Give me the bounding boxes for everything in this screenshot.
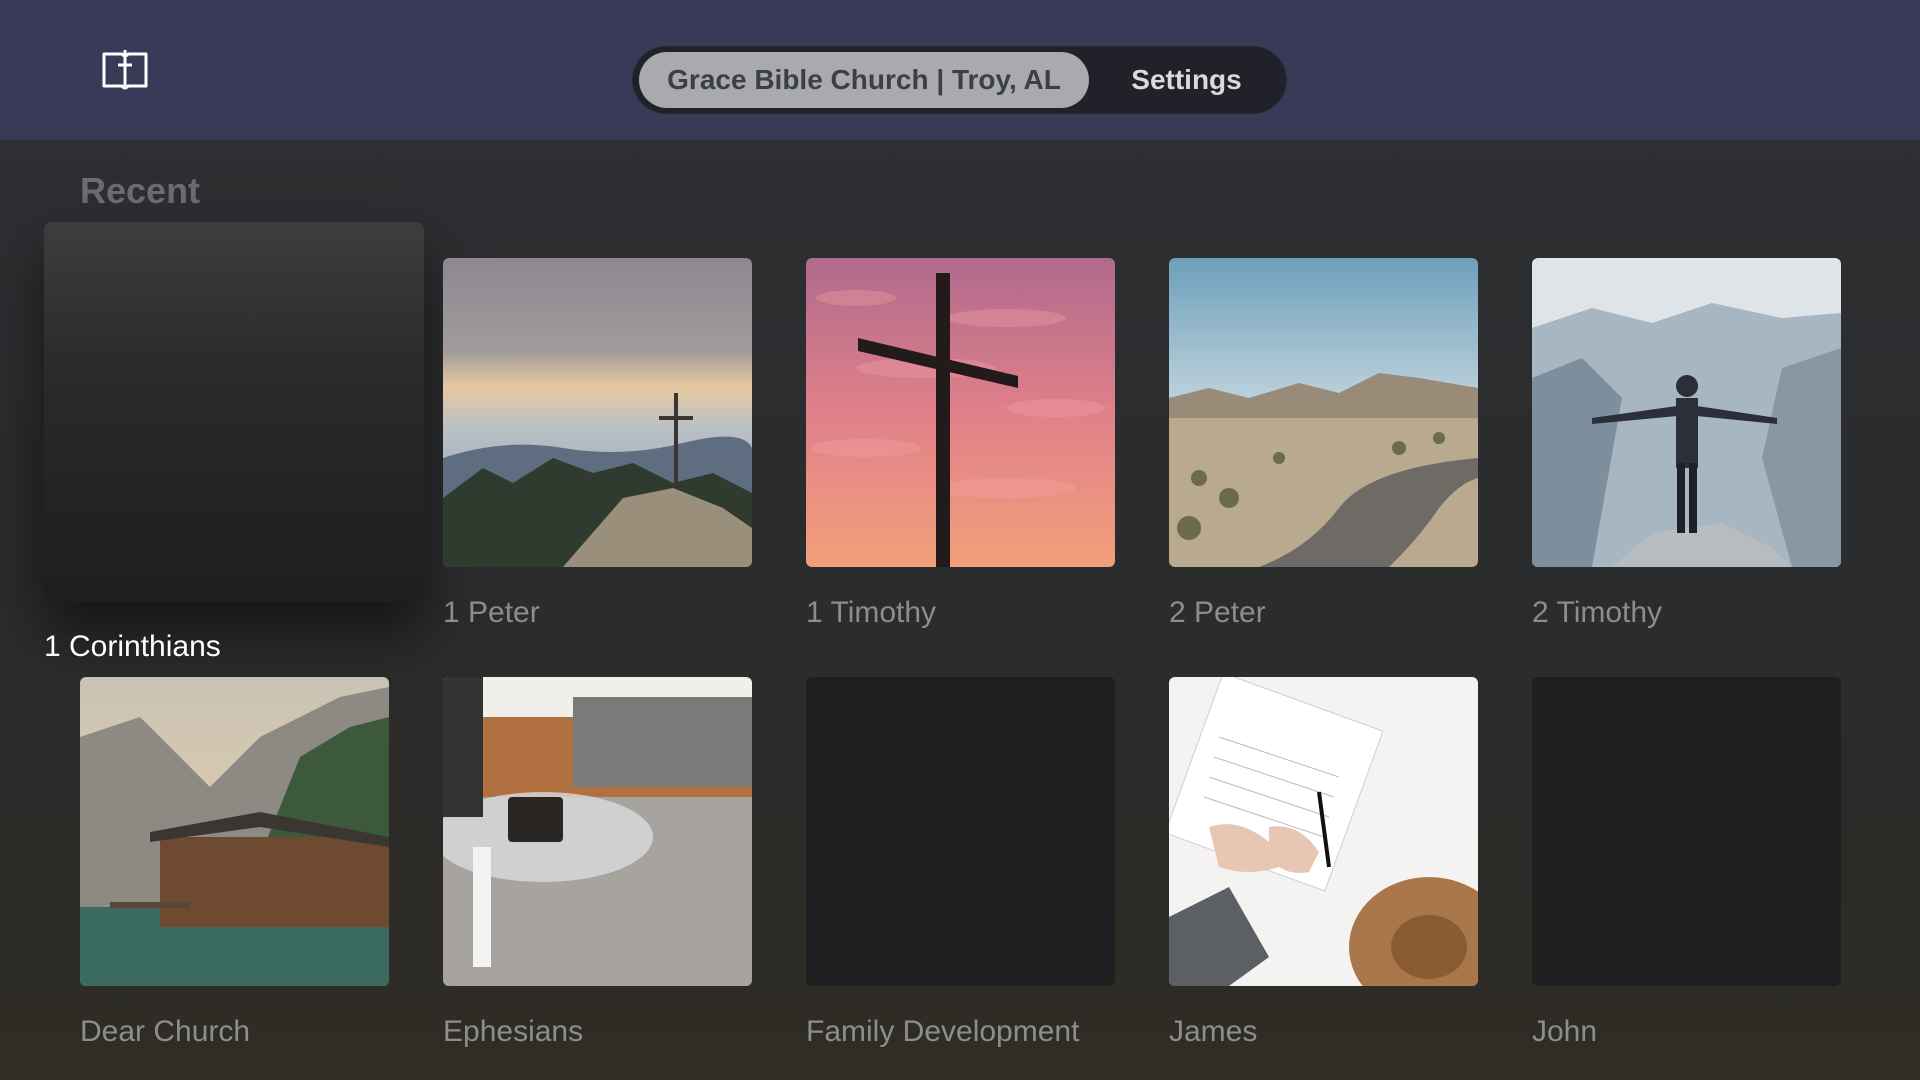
series-artwork-planner-writing [1169, 677, 1478, 986]
series-title: Ephesians [443, 1015, 584, 1048]
tab-settings[interactable]: Settings [1094, 52, 1279, 108]
series-artwork-desert-road [1169, 258, 1478, 567]
series-title: Family Development [806, 1015, 1080, 1048]
bible-cross-icon [100, 46, 150, 96]
top-bar: Grace Bible Church | Troy, AL Settings [0, 0, 1920, 140]
series-artwork-placeholder [1532, 677, 1841, 986]
series-artwork-placeholder [44, 222, 424, 602]
series-title: 2 Peter [1169, 596, 1266, 629]
series-title: James [1169, 1015, 1258, 1048]
series-title: John [1532, 1015, 1598, 1048]
series-artwork-lake-boathouse [80, 677, 389, 986]
series-title: 1 Timothy [806, 596, 937, 629]
tab-church[interactable]: Grace Bible Church | Troy, AL [639, 52, 1089, 108]
series-title: 1 Corinthians [44, 630, 221, 663]
series-title: Dear Church [80, 1015, 251, 1048]
section-title: Recent [80, 170, 201, 211]
series-artwork-coffee-table-rug [443, 677, 752, 986]
series-artwork-placeholder [806, 677, 1115, 986]
series-artwork-cross-sunset [806, 258, 1115, 567]
series-title: 2 Timothy [1532, 596, 1663, 629]
series-artwork-man-on-cliff [1532, 258, 1841, 567]
series-title: 1 Peter [443, 596, 540, 629]
tab-bar: Grace Bible Church | Troy, AL Settings [632, 46, 1287, 114]
series-artwork-mountain-cross [443, 258, 752, 567]
